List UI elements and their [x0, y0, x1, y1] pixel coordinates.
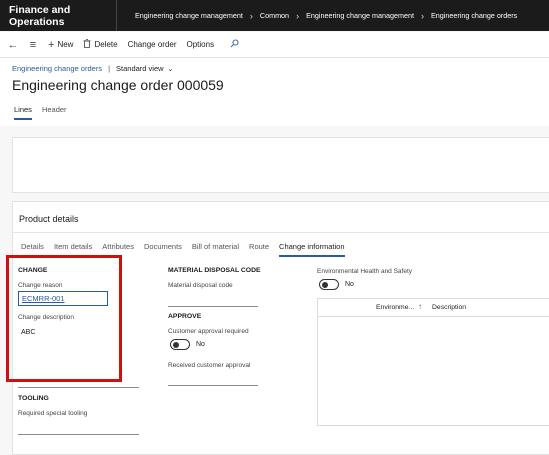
field-underline: [18, 387, 139, 388]
toggle-knob: [173, 342, 179, 348]
column-header-description[interactable]: Description: [432, 304, 466, 311]
options-label: Options: [186, 40, 215, 49]
material-disposal-code-field[interactable]: [168, 306, 258, 307]
ehs-grid: Environme... ↑ Description: [317, 298, 549, 426]
highlight-box: [6, 255, 122, 382]
customer-approval-toggle[interactable]: [170, 339, 190, 350]
new-button[interactable]: + New: [43, 32, 78, 58]
back-arrow-icon: ←: [7, 38, 19, 51]
divider: [13, 232, 549, 233]
required-tooling-field[interactable]: [18, 434, 139, 435]
view-tabs: Lines Header: [14, 105, 77, 120]
new-button-label: New: [57, 40, 74, 49]
received-approval-label: Received customer approval: [168, 362, 251, 369]
menu-button[interactable]: ≡: [23, 32, 43, 58]
change-order-label: Change order: [127, 40, 177, 49]
chevron-down-icon[interactable]: ⌄: [168, 65, 174, 73]
grid-header: Environme... ↑ Description: [318, 299, 549, 317]
plus-icon: +: [48, 38, 55, 51]
ehs-toggle[interactable]: [319, 279, 339, 290]
change-order-tab[interactable]: Change order: [123, 32, 182, 58]
required-tooling-label: Required special tooling: [18, 410, 88, 417]
view-selector: Engineering change orders | Standard vie…: [12, 64, 173, 73]
toggle-knob: [322, 282, 328, 288]
current-view[interactable]: Standard view: [116, 64, 164, 73]
approve-group-label: APPROVE: [168, 313, 202, 320]
breadcrumb-item[interactable]: Engineering change management: [135, 11, 243, 20]
material-disposal-code-label: Material disposal code: [168, 282, 233, 289]
action-pane: ← ≡ + New Delete Change order Options: [0, 32, 549, 58]
customer-approval-value: No: [196, 341, 205, 348]
search-button[interactable]: [225, 32, 244, 58]
chevron-right-icon: ›: [296, 10, 300, 21]
sort-arrow-icon[interactable]: ↑: [418, 302, 422, 311]
tab-route[interactable]: Route: [249, 242, 269, 257]
material-disposal-group-label: MATERIAL DISPOSAL CODE: [168, 267, 261, 274]
tab-documents[interactable]: Documents: [144, 242, 182, 257]
separator: |: [108, 64, 111, 73]
breadcrumb-item[interactable]: Engineering change management: [306, 11, 414, 20]
breadcrumb-item[interactable]: Engineering change orders: [431, 11, 517, 20]
app-title[interactable]: Finance and Operations: [0, 0, 117, 31]
lines-grid: [12, 137, 549, 193]
customer-approval-label: Customer approval required: [168, 328, 249, 335]
search-icon: [230, 38, 239, 51]
ehs-value: No: [345, 281, 354, 288]
trash-icon: [83, 39, 91, 50]
back-button[interactable]: ←: [3, 32, 23, 58]
delete-button-label: Delete: [94, 40, 118, 49]
tab-bill-of-material[interactable]: Bill of material: [192, 242, 239, 257]
tab-change-information[interactable]: Change information: [279, 242, 345, 257]
breadcrumb-item[interactable]: Common: [260, 11, 289, 20]
tab-header[interactable]: Header: [42, 105, 67, 120]
chevron-right-icon: ›: [249, 10, 253, 21]
delete-button[interactable]: Delete: [78, 32, 122, 58]
breadcrumb: Engineering change management › Common ›…: [117, 11, 517, 21]
page-title: Engineering change order 000059: [12, 77, 224, 93]
top-nav-bar: Finance and Operations Engineering chang…: [0, 0, 549, 31]
list-page-link[interactable]: Engineering change orders: [12, 64, 102, 73]
options-tab[interactable]: Options: [182, 32, 220, 58]
page-header: Engineering change orders | Standard vie…: [0, 58, 549, 126]
tab-lines[interactable]: Lines: [14, 105, 32, 120]
hamburger-icon: ≡: [29, 38, 37, 51]
tooling-group-label: TOOLING: [18, 395, 49, 402]
ehs-label: Environmental Health and Safety: [317, 268, 413, 275]
section-title[interactable]: Product details: [19, 214, 79, 224]
received-approval-field[interactable]: [168, 385, 258, 386]
column-header-environment[interactable]: Environme...: [376, 304, 414, 311]
chevron-right-icon: ›: [420, 10, 424, 21]
